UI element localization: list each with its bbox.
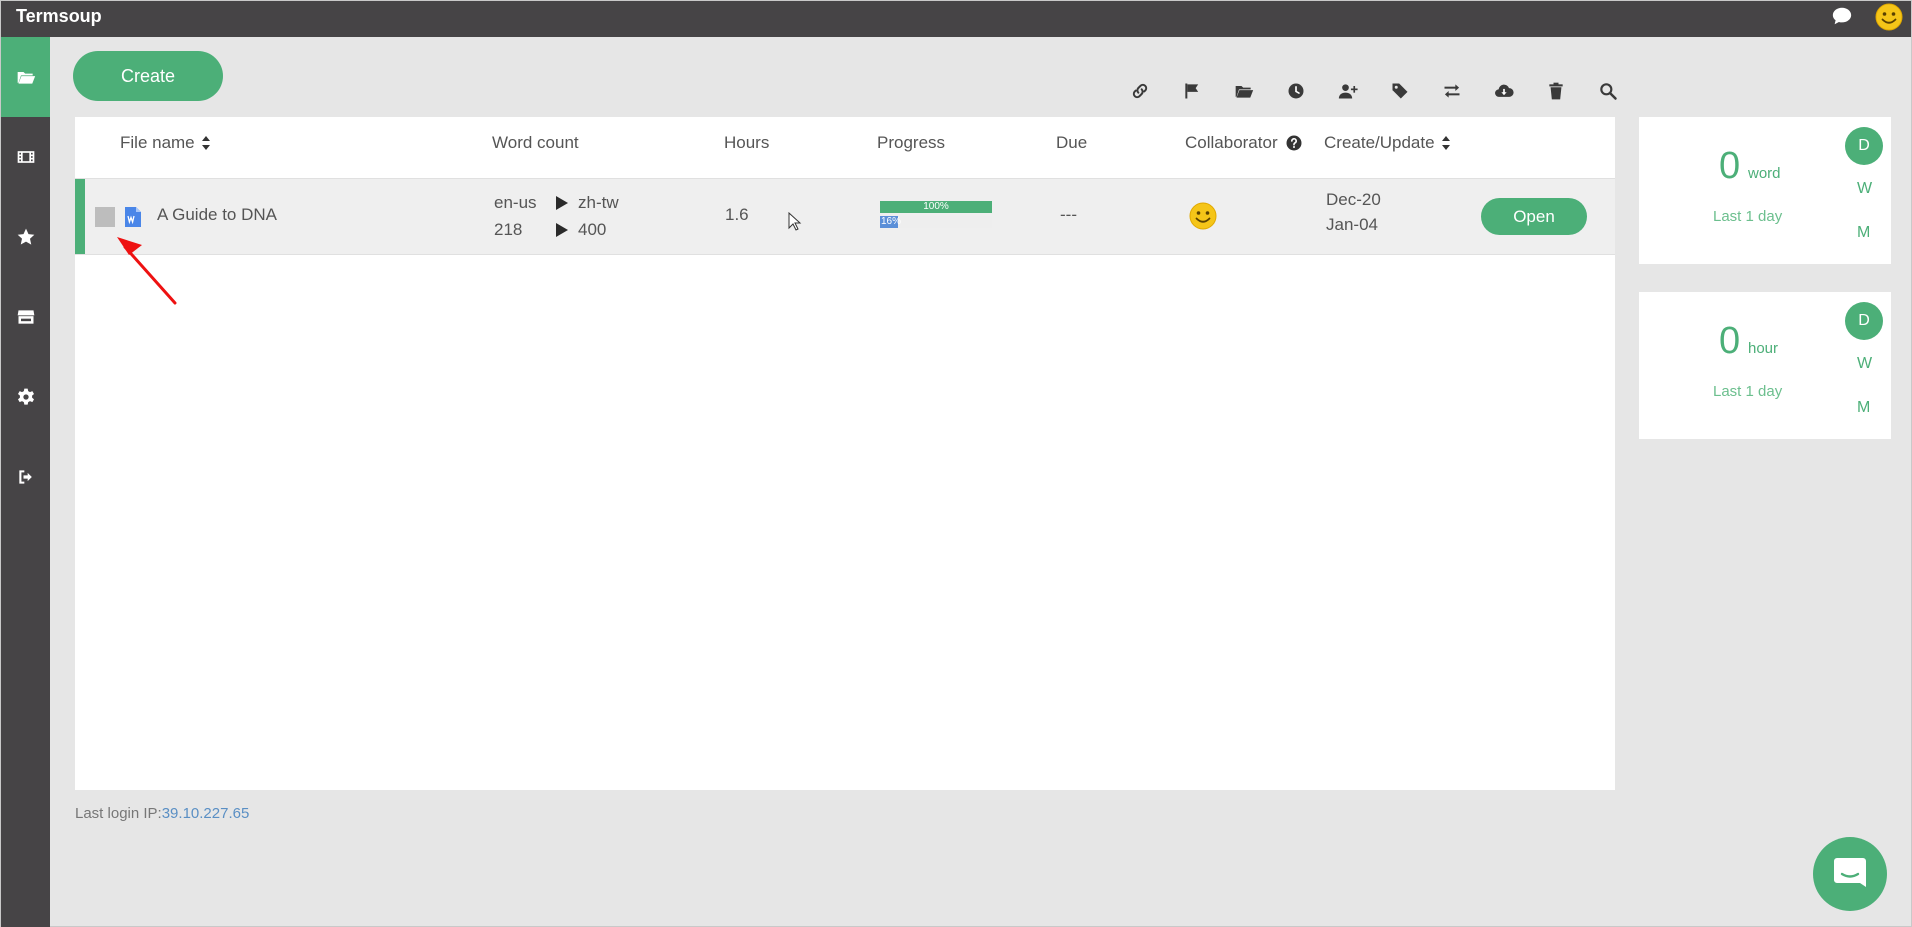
history-button[interactable]: [1283, 77, 1309, 105]
created-date: Dec-20: [1326, 190, 1381, 209]
period-month-option[interactable]: M: [1857, 399, 1870, 417]
link-button[interactable]: [1127, 77, 1153, 105]
word-stats-card: 0 word Last 1 day D W M: [1639, 117, 1891, 264]
sidebar-item-media[interactable]: [1, 117, 50, 197]
period-day-button[interactable]: D: [1845, 302, 1883, 340]
add-collaborator-button[interactable]: [1335, 77, 1361, 105]
user-avatar-icon[interactable]: [1874, 2, 1904, 32]
header-file-name[interactable]: File name: [120, 133, 211, 153]
sidebar-item-files[interactable]: [1, 37, 50, 117]
progress-bars: 100% 16%: [880, 201, 992, 231]
flag-icon: [1185, 83, 1199, 99]
sidebar-item-store[interactable]: [1, 277, 50, 357]
row-checkbox[interactable]: [95, 207, 115, 227]
store-icon: [17, 310, 34, 324]
play-arrow-icon: [556, 196, 568, 210]
star-icon: [17, 228, 34, 245]
period-week-option[interactable]: W: [1857, 180, 1872, 198]
film-icon: [17, 151, 34, 163]
exchange-button[interactable]: [1439, 77, 1465, 105]
top-bar: Termsoup: [1, 1, 1911, 37]
hour-stats-card: 0 hour Last 1 day D W M: [1639, 292, 1891, 439]
stat-period: Last 1 day: [1713, 383, 1783, 400]
folder-open-icon: [17, 72, 35, 84]
search-icon: [1600, 83, 1617, 100]
folder-open-icon: [1235, 86, 1254, 98]
stat-period: Last 1 day: [1713, 208, 1783, 225]
updated-date: Jan-04: [1326, 215, 1378, 234]
cloud-download-icon: [1495, 84, 1514, 97]
stat-unit: hour: [1748, 340, 1779, 357]
download-button[interactable]: [1491, 77, 1517, 105]
file-table: File name Word count Hours Progress Due …: [75, 117, 1615, 790]
header-due: Due: [1056, 133, 1088, 152]
gear-icon: [17, 388, 34, 405]
sidebar: [1, 37, 50, 927]
row-accent-bar: [75, 179, 85, 254]
sidebar-item-logout[interactable]: [1, 437, 50, 517]
flag-button[interactable]: [1179, 77, 1205, 105]
annotation-arrow-icon: [117, 237, 177, 305]
user-plus-icon: [1338, 84, 1358, 99]
period-week-option[interactable]: W: [1857, 355, 1872, 373]
support-chat-button[interactable]: [1813, 837, 1887, 911]
sort-icon: [1441, 136, 1450, 150]
sign-out-icon: [18, 470, 32, 484]
header-progress: Progress: [877, 133, 946, 152]
hours-value: 1.6: [725, 205, 749, 224]
word-document-icon: [125, 207, 141, 227]
tag-icon: [1392, 83, 1408, 99]
header-create-update[interactable]: Create/Update: [1324, 133, 1451, 153]
exchange-icon: [1444, 84, 1460, 98]
trash-icon: [1549, 82, 1563, 100]
move-folder-button[interactable]: [1231, 77, 1257, 105]
delete-button[interactable]: [1543, 77, 1569, 105]
comment-icon[interactable]: [1831, 5, 1853, 27]
file-name[interactable]: A Guide to DNA: [157, 205, 277, 225]
question-circle-icon[interactable]: [1286, 135, 1302, 151]
header-word-count: Word count: [492, 133, 579, 152]
play-arrow-icon: [556, 223, 568, 237]
language-pair: en-us zh-tw: [494, 193, 619, 212]
chat-icon: [1834, 858, 1866, 887]
create-button[interactable]: Create: [73, 51, 223, 101]
table-row[interactable]: A Guide to DNA en-us zh-tw 218 400 1.6 1…: [75, 178, 1615, 255]
search-button[interactable]: [1595, 77, 1621, 105]
mouse-pointer-icon: [788, 212, 802, 231]
link-icon: [1132, 83, 1148, 99]
last-login-ip: 39.10.227.65: [161, 805, 250, 822]
header-hours: Hours: [724, 133, 770, 152]
sidebar-item-settings[interactable]: [1, 357, 50, 437]
app-title: Termsoup: [16, 6, 102, 26]
last-login: Last login IP:39.10.227.65: [75, 805, 250, 822]
collaborator-avatar-icon[interactable]: [1188, 201, 1218, 231]
word-counts: 218 400: [494, 220, 607, 239]
sort-icon: [201, 136, 210, 150]
sidebar-item-favorites[interactable]: [1, 197, 50, 277]
period-day-button[interactable]: D: [1845, 127, 1883, 165]
clock-icon: [1288, 83, 1304, 99]
period-month-option[interactable]: M: [1857, 224, 1870, 242]
due-value: ---: [1060, 205, 1077, 224]
header-collaborator: Collaborator: [1185, 133, 1302, 153]
stat-unit: word: [1748, 165, 1781, 182]
progress-bar-translation: 100%: [880, 201, 992, 213]
stat-value: 0: [1719, 145, 1741, 187]
stat-value: 0: [1719, 320, 1741, 362]
progress-bar-review: 16%: [880, 216, 992, 228]
open-button[interactable]: Open: [1481, 198, 1587, 235]
tag-button[interactable]: [1387, 77, 1413, 105]
